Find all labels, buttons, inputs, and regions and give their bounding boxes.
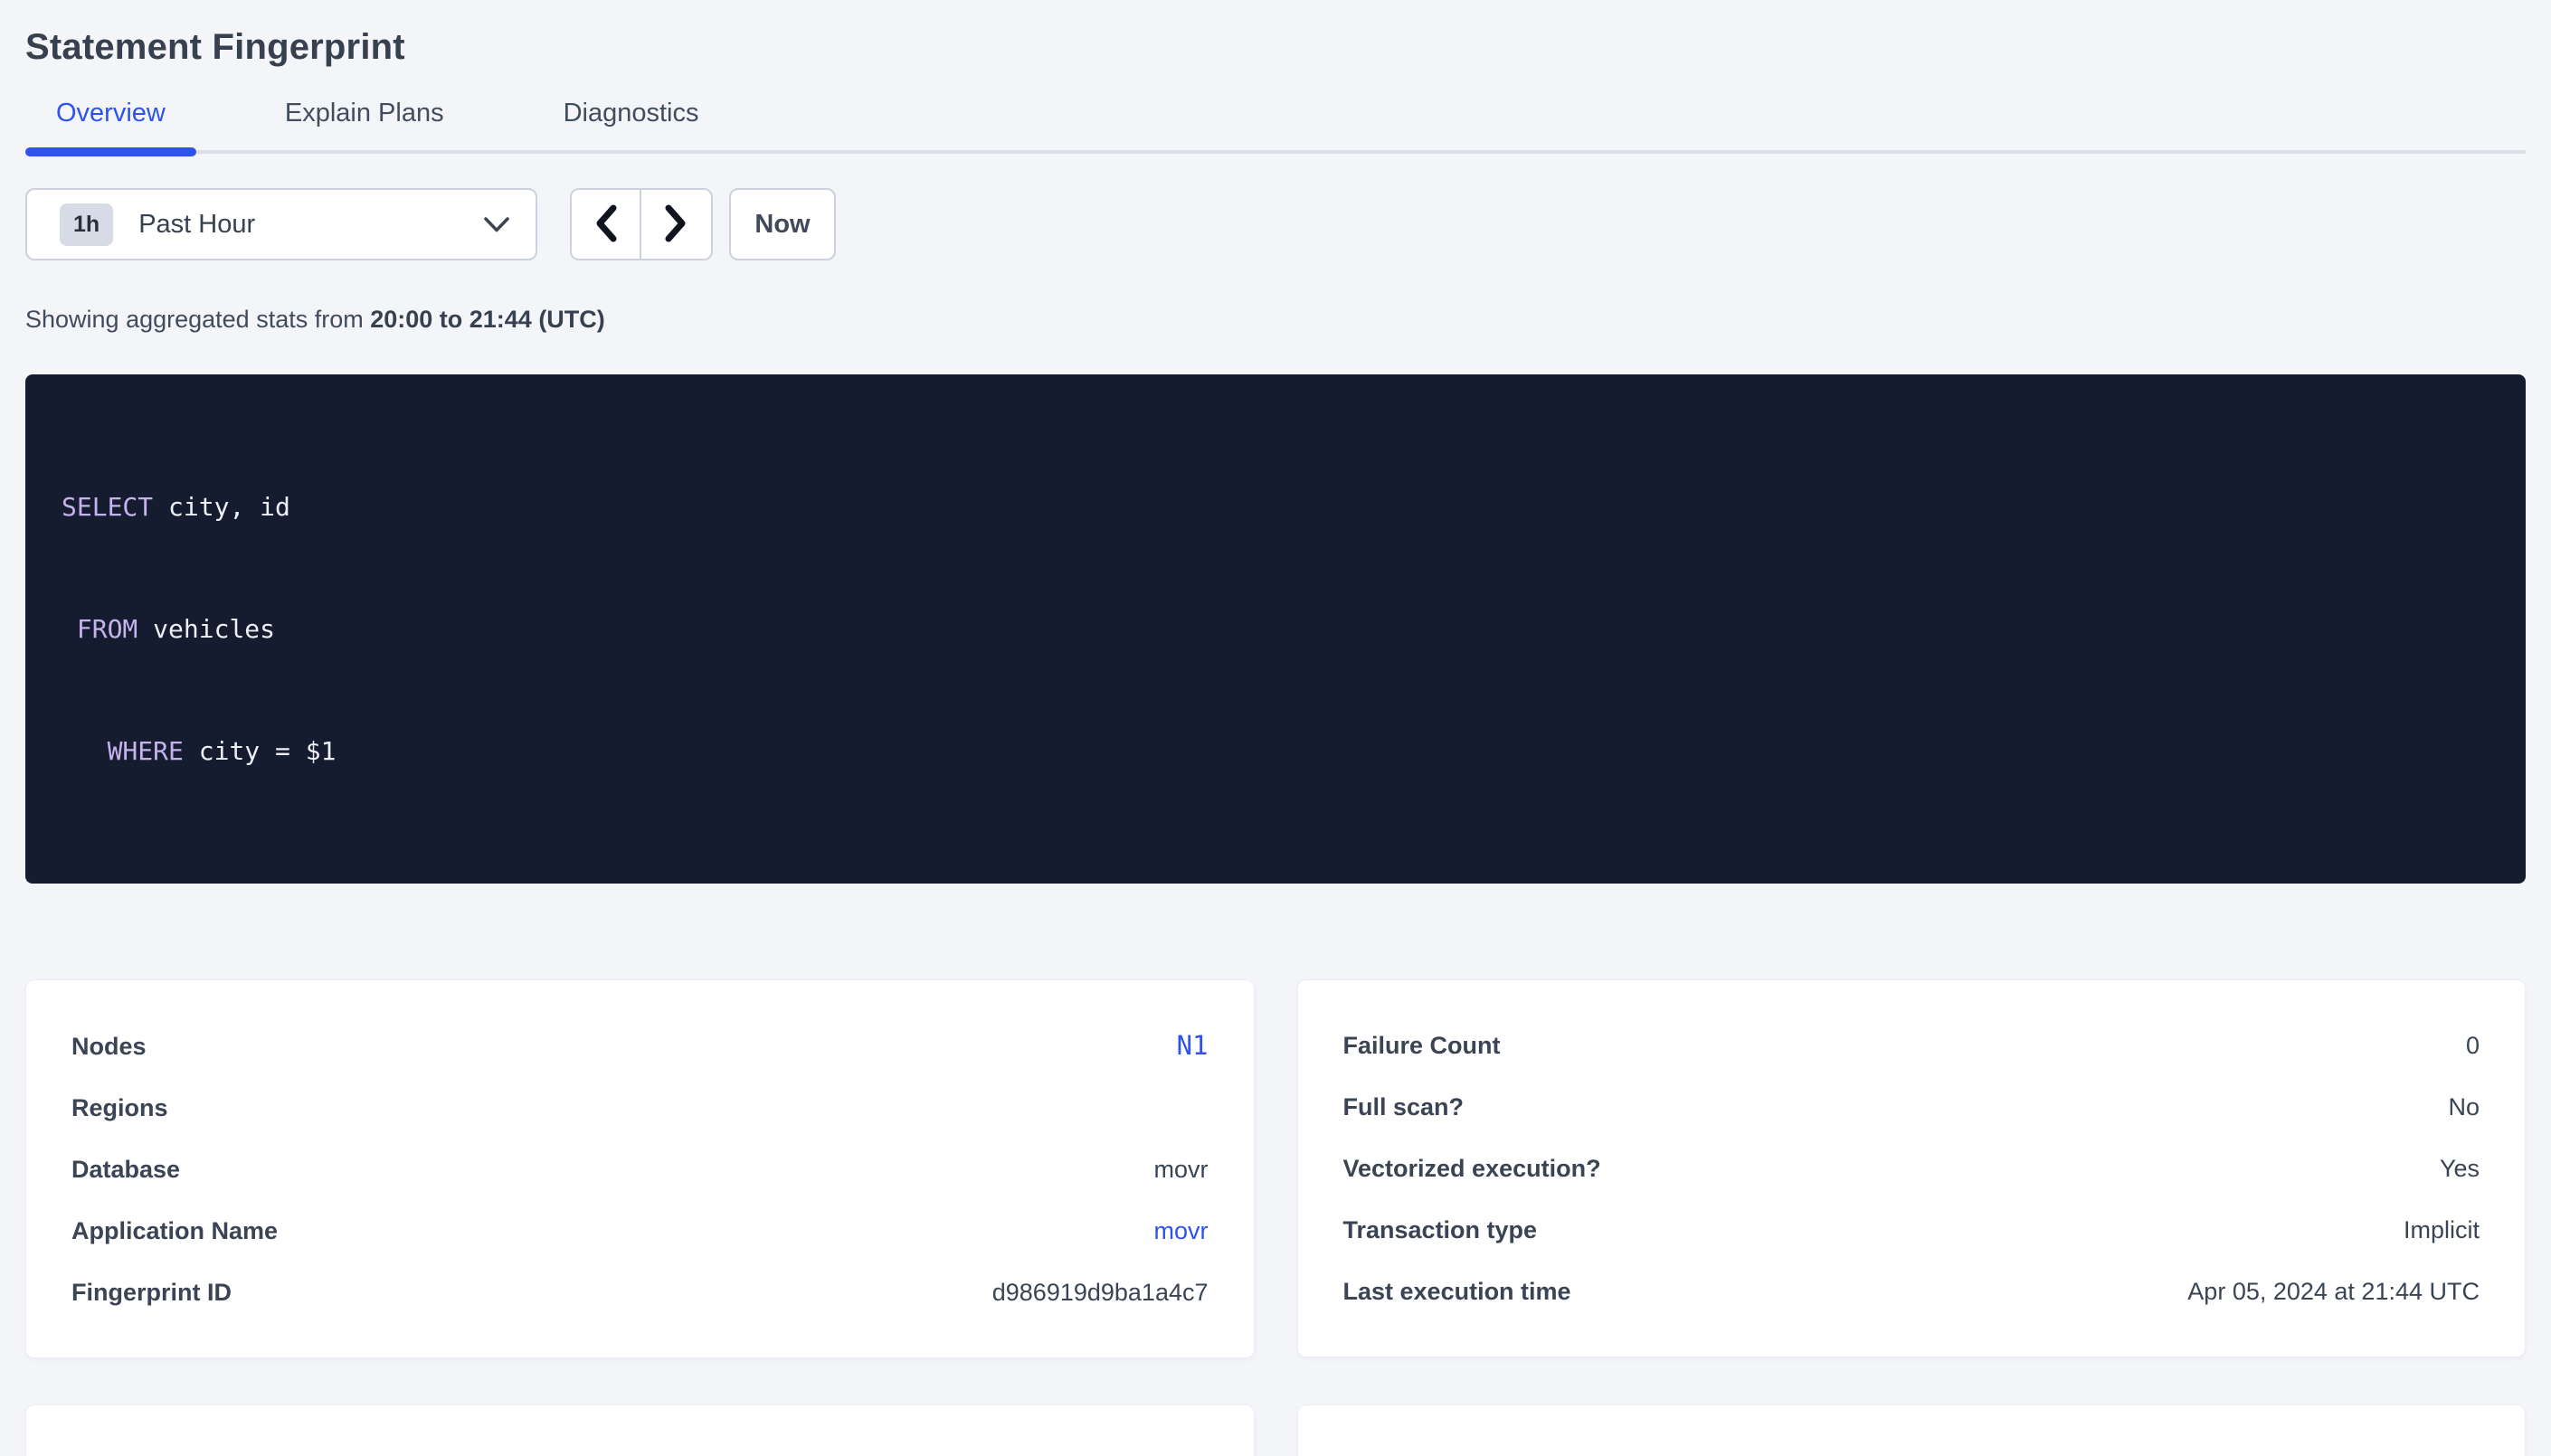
stats-line-range: 20:00 to 21:44 (UTC) xyxy=(370,306,605,333)
time-step-buttons xyxy=(570,188,713,260)
execution-attributes-card: Failure Count 0 Full scan? No Vectorized… xyxy=(1297,979,2527,1357)
time-range-label: Past Hour xyxy=(138,210,255,240)
statement-fingerprint-page: Statement Fingerprint Overview Explain P… xyxy=(0,27,2551,1456)
nodes-link[interactable]: N1 xyxy=(1177,1028,1209,1063)
chevron-right-icon xyxy=(664,203,688,246)
aggregated-stats-line: Showing aggregated stats from 20:00 to 2… xyxy=(25,306,2526,334)
regions-row: Regions xyxy=(71,1077,1209,1139)
fingerprint-id-row: Fingerprint ID d986919d9ba1a4c7 xyxy=(71,1262,1209,1323)
application-name-link[interactable]: movr xyxy=(1154,1214,1209,1248)
stats-line-prefix: Showing aggregated stats from xyxy=(25,306,370,333)
last-execution-time-row: Last execution time Apr 05, 2024 at 21:4… xyxy=(1343,1261,2480,1322)
statement-performance-card: Statement Time 454.1 µs Execution: 373.4… xyxy=(25,1404,1255,1456)
tab-bar: Overview Explain Plans Diagnostics xyxy=(25,99,2526,154)
tab-diagnostics[interactable]: Diagnostics xyxy=(533,99,730,150)
sql-line: FROM vehicles xyxy=(62,609,2489,649)
time-range-dropdown[interactable]: 1h Past Hour xyxy=(25,188,537,260)
summary-cards: Nodes N1 Regions Database movr Applicati… xyxy=(25,979,2526,1456)
previous-time-button[interactable] xyxy=(572,190,641,259)
transaction-type-row: Transaction type Implicit xyxy=(1343,1199,2480,1261)
tab-explain-plans-label: Explain Plans xyxy=(285,99,444,128)
time-controls: 1h Past Hour Now xyxy=(25,188,2526,260)
next-time-button[interactable] xyxy=(641,190,711,259)
tab-overview-label: Overview xyxy=(56,99,166,128)
sql-keyword: WHERE xyxy=(108,736,184,766)
application-name-row: Application Name movr xyxy=(71,1200,1209,1262)
sql-statement-box: SELECT city, id FROM vehicles WHERE city… xyxy=(25,374,2526,884)
statement-details-card: Nodes N1 Regions Database movr Applicati… xyxy=(25,979,1255,1358)
time-range-badge: 1h xyxy=(60,203,113,246)
statement-time-row: Statement Time 454.1 µs Execution: 373.4… xyxy=(71,1440,1209,1456)
tab-diagnostics-label: Diagnostics xyxy=(564,99,699,128)
wait-time-card: Contention Time 24.7 µs SQL CPU Time 16.… xyxy=(1297,1404,2527,1456)
contention-time-row: Contention Time 24.7 µs xyxy=(1343,1440,2480,1456)
database-row: Database movr xyxy=(71,1139,1209,1200)
tab-explain-plans[interactable]: Explain Plans xyxy=(254,99,475,150)
page-title: Statement Fingerprint xyxy=(25,27,2526,68)
sql-keyword: SELECT xyxy=(62,492,153,522)
vectorized-execution-row: Vectorized execution? Yes xyxy=(1343,1138,2480,1199)
chevron-down-icon xyxy=(483,216,510,233)
full-scan-row: Full scan? No xyxy=(1343,1076,2480,1138)
nodes-row: Nodes N1 xyxy=(71,1015,1209,1077)
tab-overview[interactable]: Overview xyxy=(25,99,196,150)
now-button[interactable]: Now xyxy=(729,188,836,260)
failure-count-row: Failure Count 0 xyxy=(1343,1015,2480,1076)
sql-line: SELECT city, id xyxy=(62,487,2489,527)
sql-keyword: FROM xyxy=(77,614,138,644)
chevron-left-icon xyxy=(593,203,618,246)
sql-line: WHERE city = $1 xyxy=(62,731,2489,771)
